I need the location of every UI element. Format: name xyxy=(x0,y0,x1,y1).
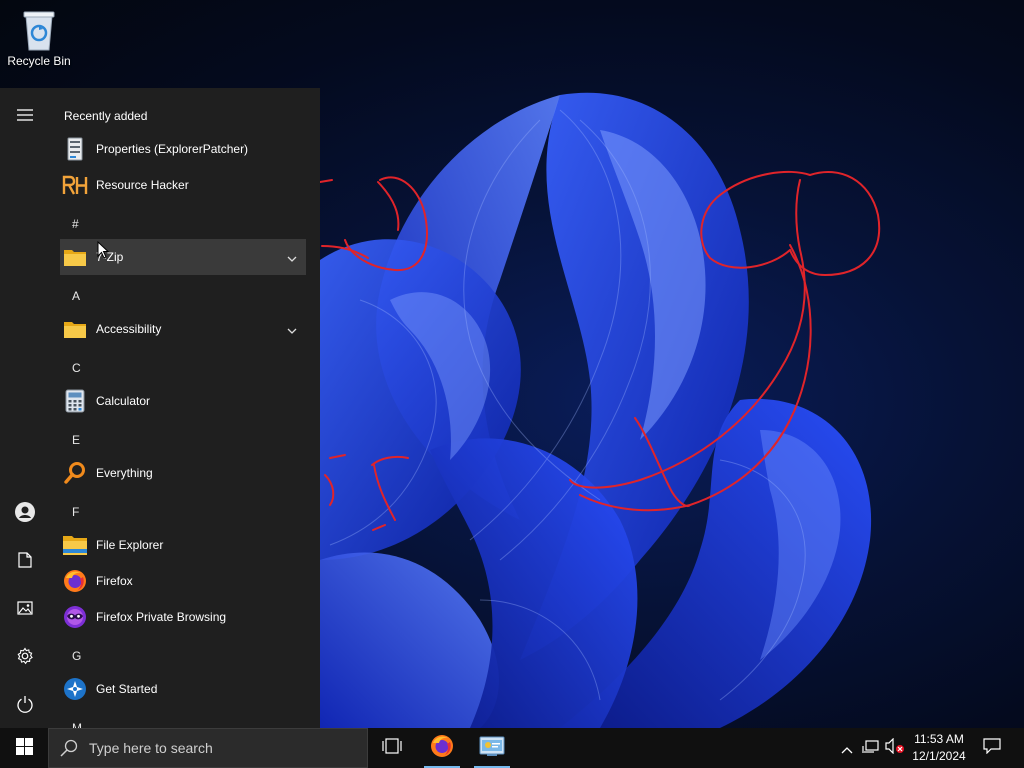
control-panel-icon xyxy=(479,735,505,761)
action-center-button[interactable] xyxy=(980,728,1004,768)
app-label: Firefox xyxy=(96,574,133,588)
app-item-file-explorer[interactable]: File Explorer xyxy=(60,527,306,563)
app-item-explorerpatcher-properties[interactable]: Properties (ExplorerPatcher) xyxy=(60,131,306,167)
volume-button[interactable] xyxy=(884,728,906,768)
recycle-bin-label: Recycle Bin xyxy=(7,54,71,68)
letter-header-g[interactable]: G xyxy=(72,649,81,663)
letter-header-a[interactable]: A xyxy=(72,289,80,303)
mouse-cursor-icon xyxy=(97,240,110,263)
expand-menu-button[interactable] xyxy=(0,95,50,135)
search-icon xyxy=(49,739,89,757)
user-account-button[interactable] xyxy=(0,492,50,532)
settings-button[interactable] xyxy=(0,636,50,676)
firefox-icon xyxy=(430,734,454,762)
app-item-firefox[interactable]: Firefox xyxy=(60,563,306,599)
hamburger-menu-icon xyxy=(17,109,33,121)
app-label: Firefox Private Browsing xyxy=(96,610,227,624)
app-list: Recently added Properties (ExplorerPatch… xyxy=(56,88,320,728)
calculator-icon xyxy=(62,388,88,414)
app-folder-accessibility[interactable]: Accessibility xyxy=(60,311,306,347)
action-center-icon xyxy=(983,738,1001,758)
app-label: Calculator xyxy=(96,394,151,408)
explorerpatcher-properties-icon xyxy=(62,136,88,162)
clock-date: 12/1/2024 xyxy=(912,749,966,763)
letter-header-c[interactable]: C xyxy=(72,361,81,375)
windows-logo-icon xyxy=(15,737,33,759)
letter-header-f[interactable]: F xyxy=(72,505,79,519)
app-item-get-started[interactable]: Get Started xyxy=(60,671,306,707)
app-label: Resource Hacker xyxy=(96,178,189,192)
folder-icon xyxy=(62,316,88,342)
chevron-down-icon[interactable] xyxy=(286,322,298,334)
network-status-button[interactable] xyxy=(860,728,882,768)
desktop-icon-recycle-bin[interactable]: Recycle Bin xyxy=(4,6,74,76)
firefox-private-icon xyxy=(62,604,88,630)
app-label: Accessibility xyxy=(96,322,162,336)
get-started-icon xyxy=(62,676,88,702)
start-menu: Recently added Properties (ExplorerPatch… xyxy=(0,88,320,728)
app-label: Properties (ExplorerPatcher) xyxy=(96,142,249,156)
file-explorer-icon xyxy=(62,532,88,558)
recently-added-header: Recently added xyxy=(64,109,148,123)
settings-gear-icon xyxy=(16,647,34,665)
pictures-button[interactable] xyxy=(0,588,50,628)
letter-header-hash[interactable]: # xyxy=(72,217,79,231)
chevron-down-icon[interactable] xyxy=(286,250,298,262)
resource-hacker-icon xyxy=(62,172,88,198)
recycle-bin-icon xyxy=(21,8,57,52)
letter-header-e[interactable]: E xyxy=(72,433,80,447)
taskbar-firefox-button[interactable] xyxy=(418,728,466,768)
volume-muted-icon xyxy=(885,737,905,758)
taskbar-control-panel-button[interactable] xyxy=(468,728,516,768)
everything-search-icon xyxy=(62,460,88,486)
clock-time: 11:53 AM xyxy=(914,732,964,746)
folder-icon xyxy=(62,244,88,270)
network-icon xyxy=(862,739,880,758)
app-folder-7zip[interactable]: 7-Zip xyxy=(60,239,306,275)
taskbar-search-box[interactable]: Type here to search xyxy=(48,728,368,768)
show-hidden-icons-button[interactable] xyxy=(836,728,858,768)
firefox-icon xyxy=(62,568,88,594)
taskbar: Type here to search 11:53 AM 12/1/2024 xyxy=(0,728,1024,768)
task-view-icon xyxy=(381,738,403,758)
start-menu-rail xyxy=(0,88,50,728)
documents-button[interactable] xyxy=(0,540,50,580)
app-label: Everything xyxy=(96,466,153,480)
app-item-calculator[interactable]: Calculator xyxy=(60,383,306,419)
user-account-icon xyxy=(15,502,35,522)
app-item-everything[interactable]: Everything xyxy=(60,455,306,491)
app-label: File Explorer xyxy=(96,538,164,552)
show-hidden-icons-chevron-icon xyxy=(841,739,853,758)
letter-header-m[interactable]: M xyxy=(72,721,82,728)
taskbar-clock[interactable]: 11:53 AM 12/1/2024 xyxy=(908,730,970,766)
app-item-firefox-private[interactable]: Firefox Private Browsing xyxy=(60,599,306,635)
documents-icon xyxy=(18,552,32,568)
app-label: Get Started xyxy=(96,682,158,696)
power-button[interactable] xyxy=(0,684,50,724)
power-icon xyxy=(16,695,34,713)
start-button[interactable] xyxy=(0,728,48,768)
search-placeholder: Type here to search xyxy=(89,740,213,756)
app-item-resource-hacker[interactable]: Resource Hacker xyxy=(60,167,306,203)
task-view-button[interactable] xyxy=(368,728,416,768)
pictures-icon xyxy=(17,601,33,615)
